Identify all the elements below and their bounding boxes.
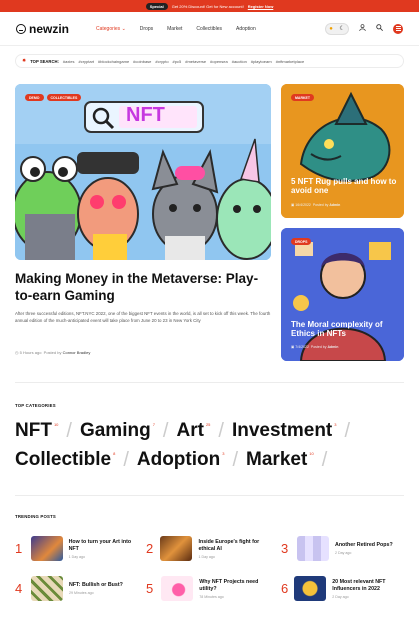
star-icon: ✸ xyxy=(22,58,27,64)
nav-market[interactable]: Market xyxy=(167,26,182,32)
hero-excerpt: After three successful editions, NFT.NYC… xyxy=(15,311,271,323)
post-thumbnail xyxy=(160,536,193,561)
side-card-moral-complexity[interactable]: DROPS The Moral complexity of Ethics in … xyxy=(281,228,404,361)
trending-meta: 1 Day ago xyxy=(68,554,85,559)
post-thumbnail xyxy=(31,576,63,601)
tag-link[interactable]: #crypto xyxy=(155,59,168,64)
top-categories-title: TOP CATEGORIES xyxy=(15,403,56,408)
trending-title[interactable]: NFT: Bullish or Bust? xyxy=(69,582,123,589)
tag-link[interactable]: #opensea xyxy=(210,59,228,64)
trending-rank: 1 xyxy=(15,541,23,556)
category-cloud: NFT 10/ Gaming 7/ Art 25/ Investment 3/ Coll… xyxy=(15,420,405,472)
category-link-nft[interactable]: NFT 10/ xyxy=(15,420,80,443)
trending-rank: 2 xyxy=(146,541,154,556)
post-thumbnail xyxy=(161,576,194,601)
trending-rank: 3 xyxy=(281,541,289,556)
tag-link[interactable]: #coinbase xyxy=(133,59,151,64)
top-search-bar: ✸ TOP SEARCH: #axies #cryptart #blockcha… xyxy=(15,54,404,68)
clock-icon: ◷ xyxy=(15,350,19,355)
category-link-market[interactable]: Market 10/ xyxy=(246,449,335,472)
trending-meta: 2 Day ago xyxy=(335,551,352,555)
register-link[interactable]: Register Now xyxy=(248,4,274,9)
trending-rank: 4 xyxy=(15,581,23,596)
nav-adoption[interactable]: Adoption xyxy=(236,26,256,32)
category-badge[interactable]: MARKET xyxy=(291,94,314,101)
category-link-art[interactable]: Art 25/ xyxy=(176,420,231,443)
category-badge[interactable]: COLLECTIBLES xyxy=(46,94,82,101)
person-illustration xyxy=(281,228,404,361)
logo-text: newzin xyxy=(29,21,70,36)
nav-categories[interactable]: Categories ⌄ xyxy=(96,26,126,32)
moon-icon: ☾ xyxy=(339,26,345,32)
side-card-meta: ▣ 7/4/2022 Posted by Admin xyxy=(291,345,339,349)
side-card-title[interactable]: The Moral complexity of Ethics in NFTs xyxy=(291,320,401,338)
dragon-illustration xyxy=(281,84,404,218)
trending-title[interactable]: Why NFT Projects need utility? xyxy=(199,579,271,593)
tag-link[interactable]: #auction xyxy=(232,59,247,64)
calendar-icon: ▣ xyxy=(291,345,295,349)
trending-item[interactable]: 1 How to turn your Art into NFT 1 Day ago xyxy=(15,536,140,561)
trending-title[interactable]: Another Retired Pops? xyxy=(335,542,393,549)
hero-image[interactable]: DEMO COLLECTIBLES NFT xyxy=(15,84,271,260)
promo-bar: Special Get 20% Discount! Get for New ac… xyxy=(0,0,419,12)
tag-link[interactable]: #playtoearn xyxy=(251,59,272,64)
trending-meta: 2 Day ago xyxy=(332,594,349,599)
trending-item[interactable]: 6 20 Most relevant NFT Influencers in 20… xyxy=(281,576,406,601)
trending-item[interactable]: 5 Why NFT Projects need utility? 78 Minut… xyxy=(146,576,271,601)
post-thumbnail xyxy=(30,536,63,561)
trending-item[interactable]: 4 NFT: Bullish or Bust? 29 Minutes ago xyxy=(15,576,140,601)
trending-item[interactable]: 3 Another Retired Pops? 2 Day ago xyxy=(281,536,406,561)
category-link-adoption[interactable]: Adoption 3/ xyxy=(137,449,246,472)
chevron-down-icon: ⌄ xyxy=(121,25,126,32)
top-search-label: TOP SEARCH: xyxy=(30,58,59,64)
post-thumbnail xyxy=(297,536,329,561)
trending-rank: 6 xyxy=(281,581,289,596)
post-thumbnail xyxy=(294,576,327,601)
nav-drops[interactable]: Drops xyxy=(140,26,153,32)
logo[interactable]: newzin xyxy=(16,22,96,36)
trending-meta: 1 Day ago xyxy=(198,554,215,559)
category-link-collectible[interactable]: Collectible 8/ xyxy=(15,449,137,472)
promo-pill: Special xyxy=(145,2,168,10)
tag-link[interactable]: #axies xyxy=(63,59,75,64)
trending-title[interactable]: How to turn your Art into NFT xyxy=(69,539,140,553)
trending-meta: 29 Minutes ago xyxy=(69,591,94,595)
logo-icon xyxy=(16,23,26,34)
site-header: newzin Categories ⌄ Drops Market Collect… xyxy=(0,12,419,46)
trending-rank: 5 xyxy=(146,581,154,596)
tag-link[interactable]: #cryptart xyxy=(78,59,94,64)
theme-toggle[interactable]: ● ☾ xyxy=(325,22,349,35)
search-icon[interactable] xyxy=(376,24,383,33)
trending-meta: 78 Minutes ago xyxy=(199,594,224,599)
tag-link[interactable]: #metaverse xyxy=(185,59,206,64)
trending-title[interactable]: Inside Europe's fight for ethical AI xyxy=(198,539,271,553)
category-badge[interactable]: DROPS xyxy=(291,238,312,245)
hero-title[interactable]: Making Money in the Metaverse: Play-to-e… xyxy=(15,270,271,304)
side-card-rug-pulls[interactable]: MARKET 5 NFT Rug pulls and how to avoid … xyxy=(281,84,404,218)
nft-sign-text: NFT xyxy=(126,104,165,126)
hero-meta: ◷ 5 Hours ago Posted by Connor Bradley xyxy=(15,350,91,355)
side-card-title[interactable]: 5 NFT Rug pulls and how to avoid one xyxy=(291,177,401,195)
tag-link[interactable]: #blockchaingame xyxy=(98,59,129,64)
calendar-icon: ▣ xyxy=(291,203,295,207)
divider xyxy=(15,382,404,383)
tag-link[interactable]: #pc5 xyxy=(173,59,182,64)
divider xyxy=(15,495,404,496)
trending-posts-title: TRENDING POSTS xyxy=(15,514,56,519)
category-badge[interactable]: DEMO xyxy=(25,94,44,101)
nav-collectibles[interactable]: Collectibles xyxy=(196,26,222,32)
menu-icon[interactable] xyxy=(393,23,403,34)
trending-item[interactable]: 2 Inside Europe's fight for ethical AI 1 … xyxy=(146,536,271,561)
user-icon[interactable] xyxy=(359,24,366,33)
trending-title[interactable]: 20 Most relevant NFT Influencers in 2022 xyxy=(332,579,406,593)
category-link-investment[interactable]: Investment 3/ xyxy=(232,420,358,443)
main-nav: Categories ⌄ Drops Market Collectibles A… xyxy=(96,26,325,32)
promo-text: Get 20% Discount! Get for New account! xyxy=(171,3,244,9)
sun-icon: ● xyxy=(329,25,333,32)
category-link-gaming[interactable]: Gaming 7/ xyxy=(80,420,177,443)
tag-link[interactable]: #nftmarketplace xyxy=(276,59,304,64)
side-card-meta: ▣ 16/4/2022 Posted by Admin xyxy=(291,203,341,207)
